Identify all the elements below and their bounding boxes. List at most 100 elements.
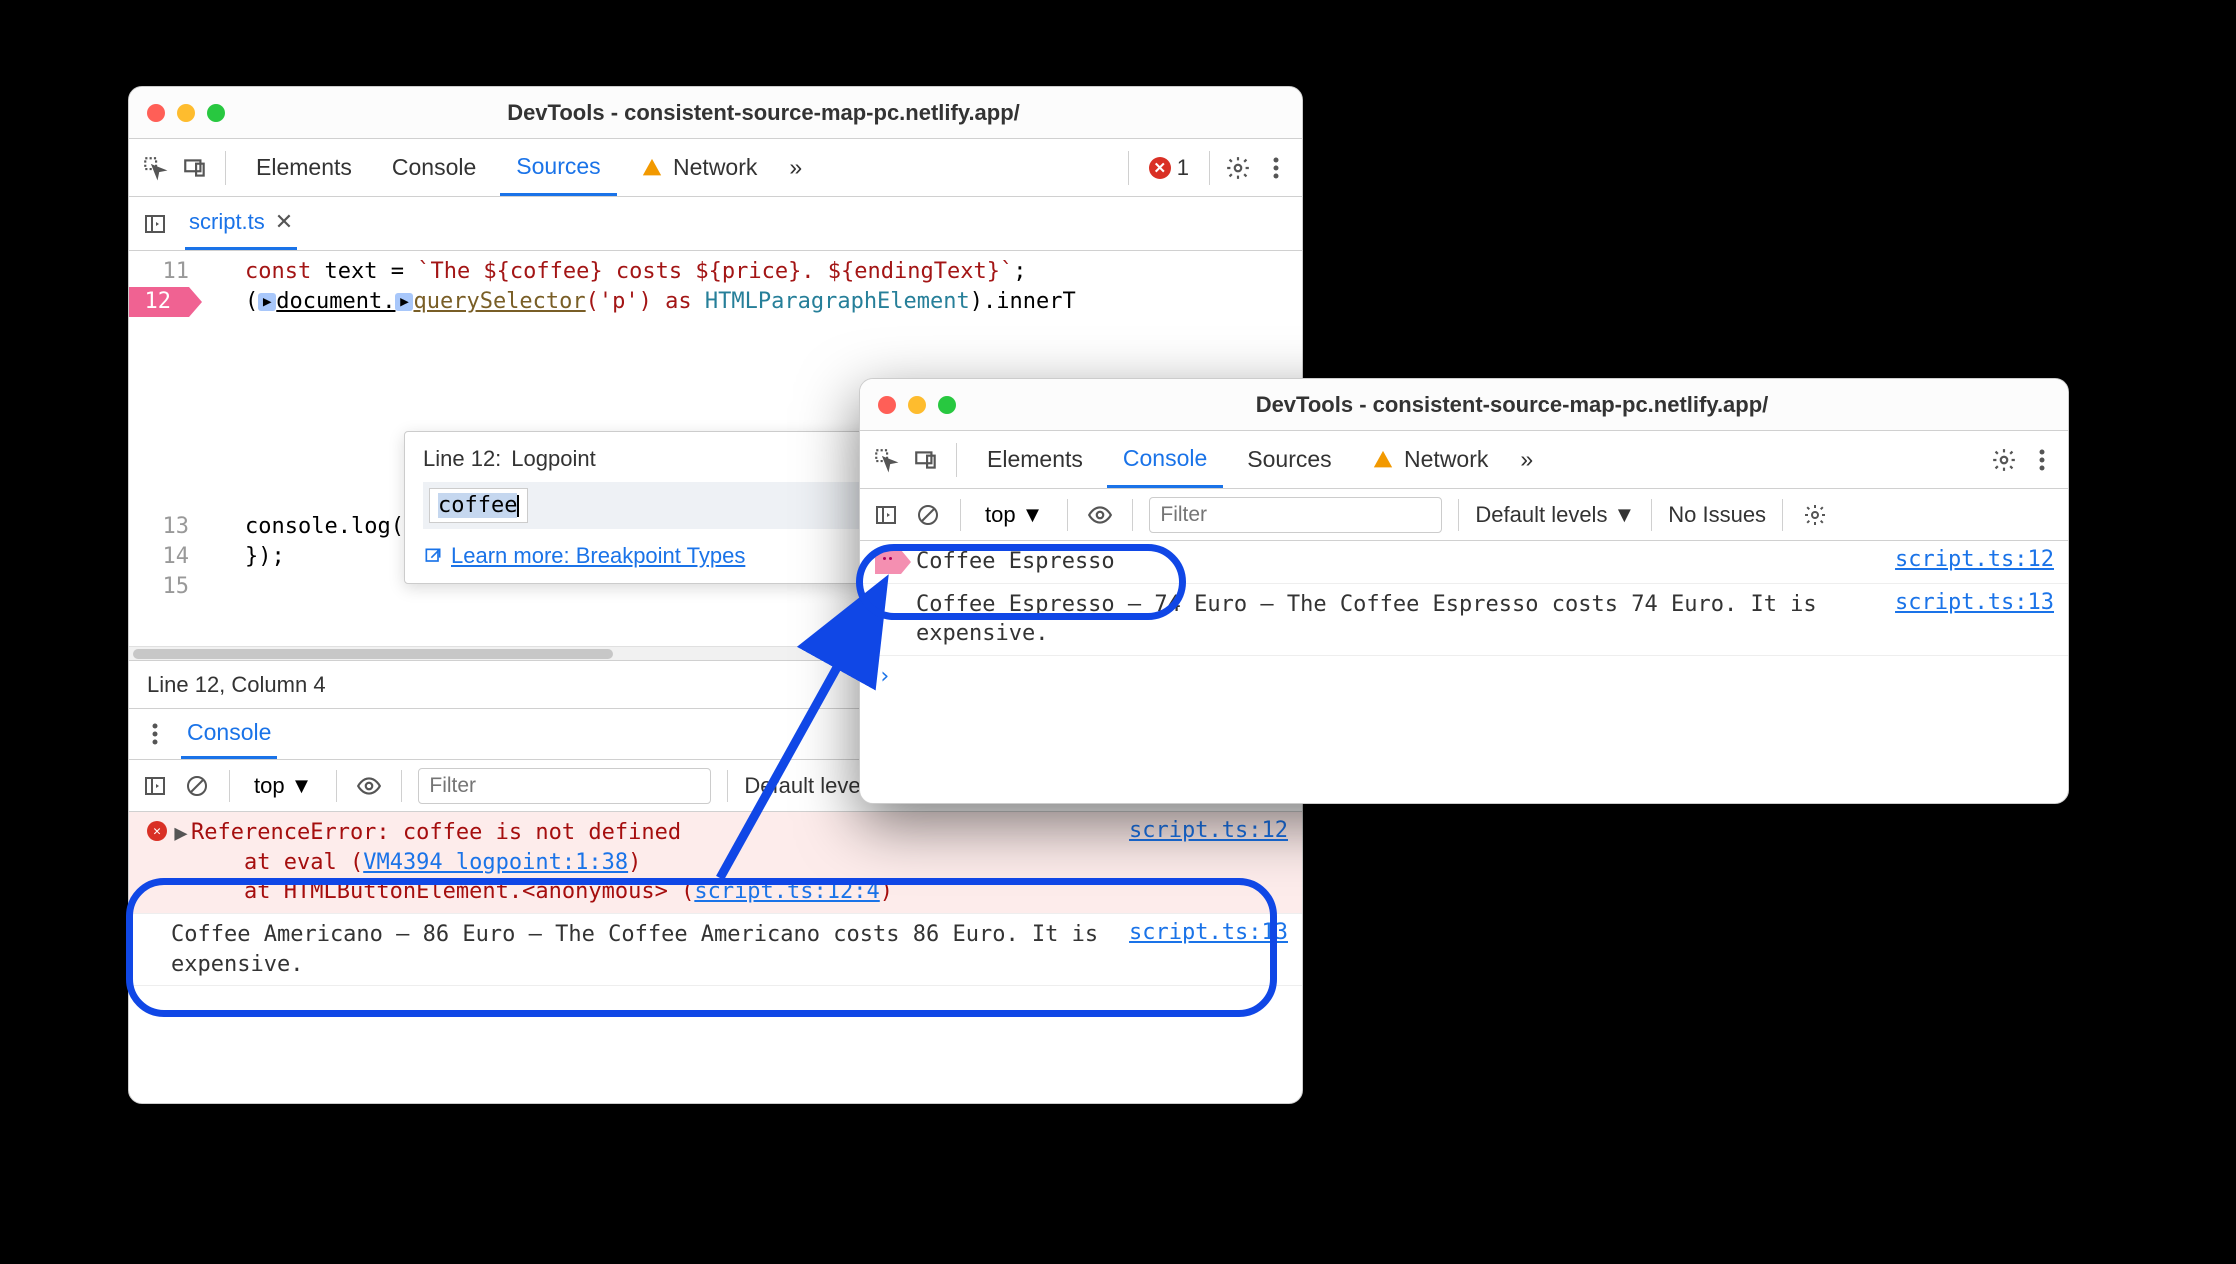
line-number[interactable]: 11 [129,257,189,287]
tab-elements[interactable]: Elements [971,431,1099,488]
tabs-overflow[interactable]: » [781,139,810,196]
logpoint-message: Coffee Espresso [902,547,1883,577]
log-message: Coffee Espresso – 74 Euro – The Coffee E… [902,590,1883,649]
tab-network-label: Network [1404,446,1488,473]
close-window-icon[interactable] [147,104,165,122]
sidebar-toggle-icon[interactable] [870,499,902,531]
file-tabs: script.ts ✕ [129,197,1302,251]
property-badge-icon: ▸ [395,293,413,311]
divider [1209,151,1210,185]
window-title: DevTools - consistent-source-map-pc.netl… [243,100,1284,126]
chevron-down-icon: ▼ [1613,502,1635,528]
context-label: top [985,502,1016,528]
context-select[interactable]: top ▼ [246,773,320,799]
console-error-row[interactable]: ✕ ▶ ReferenceError: coffee is not define… [129,812,1302,914]
context-select[interactable]: top ▼ [977,502,1051,528]
zoom-window-icon[interactable] [207,104,225,122]
tab-console[interactable]: Console [1107,431,1223,488]
device-toggle-icon[interactable] [910,444,942,476]
logpoint-line-label: Line 12: [423,446,501,472]
logpoint-icon [874,550,902,574]
expand-icon[interactable]: ▶ [171,821,191,846]
close-window-icon[interactable] [878,396,896,414]
log-message: Coffee Americano – 86 Euro – The Coffee … [171,920,1117,979]
sidebar-toggle-icon[interactable] [139,770,171,802]
chevron-down-icon: ▼ [1022,502,1044,528]
tab-sources[interactable]: Sources [500,139,616,196]
divider [1067,499,1068,531]
console-body: ✕ ▶ ReferenceError: coffee is not define… [129,812,1302,986]
zoom-window-icon[interactable] [938,396,956,414]
gear-icon[interactable] [1222,152,1254,184]
error-line: ReferenceError: coffee is not defined [191,820,681,845]
code-token: ; [1013,259,1026,284]
code-token: HTMLParagraphElement [705,289,970,314]
device-toggle-icon[interactable] [179,152,211,184]
stack-text: at eval ( [191,850,363,875]
filter-input[interactable] [1149,497,1442,533]
more-icon[interactable] [1260,152,1292,184]
scrollbar-thumb[interactable] [133,649,613,659]
console-log-row[interactable]: Coffee Espresso – 74 Euro – The Coffee E… [860,584,2068,656]
divider [960,499,961,531]
logpoint-input-value: coffee [438,493,517,518]
tab-network[interactable]: Network [1356,431,1505,488]
file-tab-script[interactable]: script.ts ✕ [185,197,297,250]
code-token: }); [245,544,285,569]
close-icon[interactable]: ✕ [275,209,293,235]
levels-label: Default levels [1475,502,1607,528]
context-label: top [254,773,285,799]
text-cursor [517,495,519,517]
drawer-tab-console[interactable]: Console [181,709,277,759]
error-count-badge[interactable]: ✕ 1 [1141,155,1197,181]
levels-label: Default levels [744,773,876,799]
error-icon: ✕ [143,821,171,841]
code-token: `The ${coffee} costs ${price}. ${endingT… [417,259,1013,284]
gear-icon[interactable] [1799,499,1831,531]
source-link[interactable]: script.ts:12 [1129,818,1288,843]
code-token: const [245,259,311,284]
tab-network[interactable]: Network [625,139,774,196]
console-prompt[interactable]: › [860,656,2068,697]
line-number-breakpoint[interactable]: 12 [128,287,189,317]
code-token: querySelector [413,289,585,314]
source-link[interactable]: script.ts:13 [1895,590,2054,615]
tab-sources[interactable]: Sources [1231,431,1347,488]
line-number[interactable]: 14 [129,542,189,572]
logpoint-input[interactable]: coffee [429,488,528,523]
navigator-toggle-icon[interactable] [139,208,171,240]
more-icon[interactable] [139,718,171,750]
more-icon[interactable] [2026,444,2058,476]
line-number[interactable]: 13 [129,512,189,542]
cursor-position: Line 12, Column 4 [147,672,326,698]
minimize-window-icon[interactable] [177,104,195,122]
stack-link[interactable]: VM4394 logpoint:1:38 [363,850,628,875]
tab-elements[interactable]: Elements [240,139,368,196]
clear-console-icon[interactable] [181,770,213,802]
tabs-overflow[interactable]: » [1512,431,1541,488]
main-tabstrip: Elements Console Sources Network » ✕ 1 [129,139,1302,197]
eye-icon[interactable] [353,770,385,802]
line-number[interactable]: 15 [129,572,189,602]
console-logpoint-row[interactable]: Coffee Espresso script.ts:12 [860,541,2068,584]
filter-input[interactable] [418,768,711,804]
source-link[interactable]: script.ts:12 [1895,547,2054,572]
issues-label: No Issues [1668,502,1766,528]
gear-icon[interactable] [1988,444,2020,476]
divider [225,151,226,185]
tab-console[interactable]: Console [376,139,492,196]
inspect-icon[interactable] [139,152,171,184]
error-count: 1 [1177,155,1189,181]
log-levels-select[interactable]: Default levels ▼ [1475,502,1635,528]
tab-network-label: Network [673,154,757,181]
clear-console-icon[interactable] [912,499,944,531]
console-log-row[interactable]: Coffee Americano – 86 Euro – The Coffee … [129,914,1302,986]
source-link[interactable]: script.ts:13 [1129,920,1288,945]
divider [1782,499,1783,531]
titlebar: DevTools - consistent-source-map-pc.netl… [129,87,1302,139]
inspect-icon[interactable] [870,444,902,476]
eye-icon[interactable] [1084,499,1116,531]
code-token: as [652,289,705,314]
stack-link[interactable]: script.ts:12:4 [694,879,879,904]
minimize-window-icon[interactable] [908,396,926,414]
